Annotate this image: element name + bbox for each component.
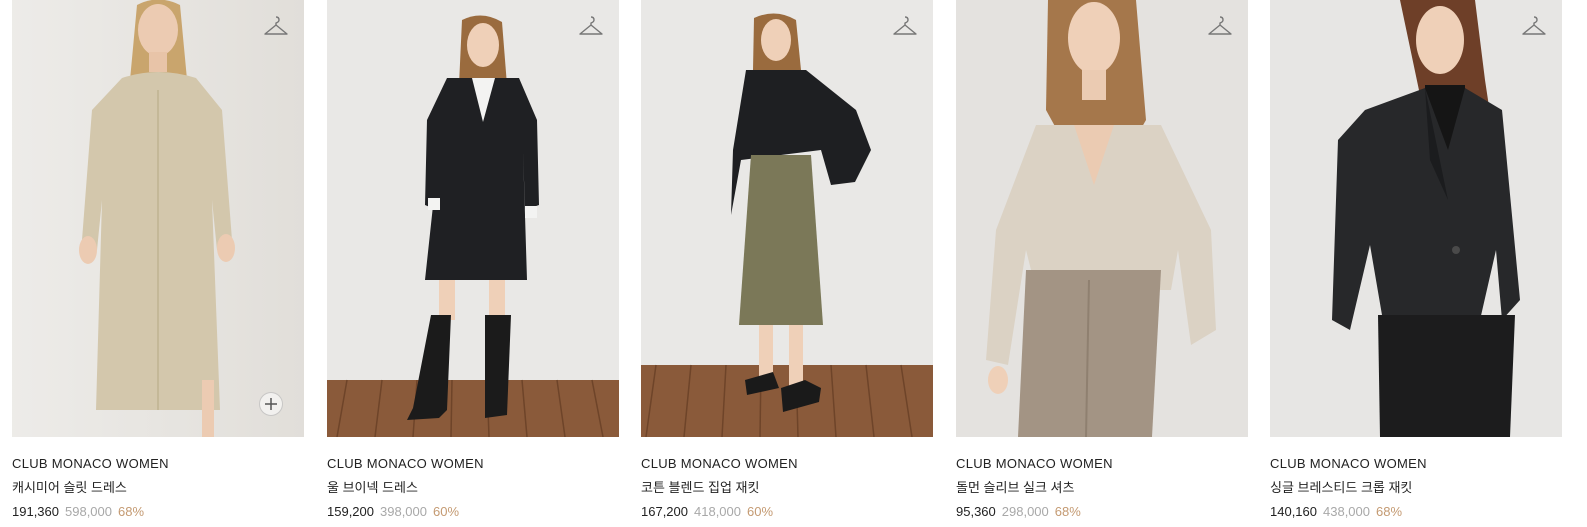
sale-price: 191,360	[12, 504, 59, 519]
product-brand[interactable]: CLUB MONACO WOMEN	[641, 455, 933, 472]
price-row: 140,160 438,000 68%	[1270, 503, 1562, 520]
original-price: 398,000	[380, 504, 427, 519]
original-price: 438,000	[1323, 504, 1370, 519]
product-brand[interactable]: CLUB MONACO WOMEN	[12, 455, 304, 472]
product-photo	[641, 0, 933, 437]
plus-icon	[265, 398, 277, 410]
product-card[interactable]: CLUB MONACO WOMEN 코튼 블렌드 집업 재킷 167,200 41…	[641, 0, 933, 527]
hanger-icon[interactable]	[892, 13, 918, 39]
product-name[interactable]: 싱글 브레스티드 크롭 재킷	[1270, 479, 1562, 496]
sale-price: 159,200	[327, 504, 374, 519]
sale-price: 140,160	[1270, 504, 1317, 519]
price-row: 159,200 398,000 60%	[327, 503, 619, 520]
product-info: CLUB MONACO WOMEN 싱글 브레스티드 크롭 재킷 140,160…	[1270, 437, 1562, 520]
price-row: 95,360 298,000 68%	[956, 503, 1248, 520]
original-price: 298,000	[1001, 504, 1049, 519]
product-brand[interactable]: CLUB MONACO WOMEN	[956, 455, 1248, 472]
hanger-icon[interactable]	[578, 13, 604, 39]
discount-rate: 60%	[433, 504, 460, 519]
product-card[interactable]: CLUB MONACO WOMEN 돌먼 슬리브 실크 셔츠 95,360 298…	[956, 0, 1248, 527]
product-image[interactable]	[1270, 0, 1562, 437]
sale-price: 95,360	[956, 504, 996, 519]
hanger-icon[interactable]	[263, 13, 289, 39]
product-grid: CLUB MONACO WOMEN 캐시미어 슬릿 드레스 191,360 598…	[0, 0, 1587, 527]
product-info: CLUB MONACO WOMEN 코튼 블렌드 집업 재킷 167,200 41…	[641, 437, 933, 520]
product-card[interactable]: CLUB MONACO WOMEN 울 브이넥 드레스 159,200 398,0…	[327, 0, 619, 527]
discount-rate: 68%	[118, 504, 145, 519]
discount-rate: 68%	[1376, 504, 1403, 519]
hanger-icon[interactable]	[1521, 13, 1547, 39]
sale-price: 167,200	[641, 504, 688, 519]
product-photo	[1270, 0, 1562, 437]
product-info: CLUB MONACO WOMEN 울 브이넥 드레스 159,200 398,0…	[327, 437, 619, 520]
product-name[interactable]: 돌먼 슬리브 실크 셔츠	[956, 479, 1248, 496]
discount-rate: 60%	[747, 504, 774, 519]
product-name[interactable]: 울 브이넥 드레스	[327, 479, 619, 496]
original-price: 418,000	[694, 504, 741, 519]
price-row: 167,200 418,000 60%	[641, 503, 933, 520]
product-card[interactable]: CLUB MONACO WOMEN 싱글 브레스티드 크롭 재킷 140,160…	[1270, 0, 1562, 527]
product-photo	[327, 0, 619, 437]
product-photo	[956, 0, 1248, 437]
product-image[interactable]	[12, 0, 304, 437]
product-image[interactable]	[956, 0, 1248, 437]
price-row: 191,360 598,000 68%	[12, 503, 304, 520]
product-card[interactable]: CLUB MONACO WOMEN 캐시미어 슬릿 드레스 191,360 598…	[12, 0, 304, 527]
product-name[interactable]: 코튼 블렌드 집업 재킷	[641, 479, 933, 496]
product-name[interactable]: 캐시미어 슬릿 드레스	[12, 479, 304, 496]
product-info: CLUB MONACO WOMEN 캐시미어 슬릿 드레스 191,360 598…	[12, 437, 304, 520]
product-brand[interactable]: CLUB MONACO WOMEN	[327, 455, 619, 472]
product-photo	[12, 0, 304, 437]
discount-rate: 68%	[1054, 504, 1081, 519]
original-price: 598,000	[65, 504, 112, 519]
quick-add-button[interactable]	[259, 392, 283, 416]
hanger-icon[interactable]	[1207, 13, 1233, 39]
product-brand[interactable]: CLUB MONACO WOMEN	[1270, 455, 1562, 472]
product-image[interactable]	[327, 0, 619, 437]
product-info: CLUB MONACO WOMEN 돌먼 슬리브 실크 셔츠 95,360 298…	[956, 437, 1248, 520]
product-image[interactable]	[641, 0, 933, 437]
